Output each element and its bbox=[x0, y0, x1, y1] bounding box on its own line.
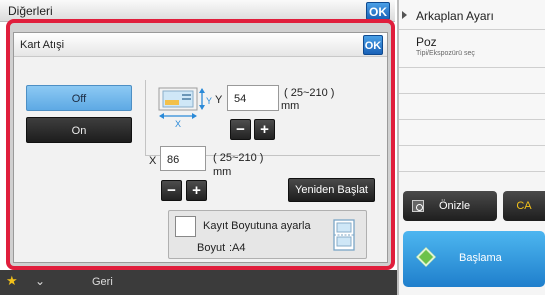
x-axis-label: X bbox=[149, 155, 157, 167]
y-decrease-button[interactable]: − bbox=[230, 119, 251, 140]
right-panel-item-label: Poz bbox=[416, 35, 437, 49]
divider bbox=[145, 80, 146, 155]
start-icon bbox=[416, 247, 436, 267]
back-button[interactable]: Geri bbox=[92, 276, 113, 288]
favorite-star-icon[interactable]: ★ bbox=[6, 273, 18, 289]
x-value-input[interactable]: 86 bbox=[160, 146, 206, 171]
right-panel-item-empty bbox=[399, 120, 545, 146]
background-title: Diğerleri bbox=[8, 4, 53, 18]
paper-size-icon bbox=[333, 219, 355, 251]
fit-to-size-box: Kayıt Boyutuna ayarla Boyut :A4 bbox=[168, 210, 367, 259]
preview-button-label: Önizle bbox=[439, 200, 471, 212]
right-panel-item-sublabel: Tipi/Ekspozürü seç bbox=[416, 50, 475, 57]
right-panel-item-empty bbox=[399, 146, 545, 172]
paper-size-label: Boyut bbox=[197, 242, 226, 254]
bottom-bar: ★ ⌄ Geri bbox=[0, 270, 397, 295]
y-range-hint: ( 25~210 ) bbox=[284, 87, 335, 99]
y-unit: mm bbox=[281, 100, 300, 112]
x-unit: mm bbox=[213, 166, 232, 178]
y-increase-button[interactable]: + bbox=[254, 119, 275, 140]
y-axis-label: Y bbox=[215, 94, 223, 106]
right-panel-item-background-setting[interactable]: Arkaplan Ayarı bbox=[399, 0, 545, 30]
start-button[interactable]: Başlama bbox=[403, 231, 545, 287]
off-button[interactable]: Off bbox=[26, 85, 132, 111]
y-value-input[interactable]: 54 bbox=[227, 85, 279, 111]
svg-text:Y: Y bbox=[206, 96, 212, 106]
svg-text:X: X bbox=[175, 119, 181, 128]
ca-button[interactable]: CA bbox=[503, 191, 545, 221]
dialog-title: Kart Atışi bbox=[20, 39, 65, 51]
reset-button[interactable]: Yeniden Başlat bbox=[288, 178, 375, 202]
preview-icon bbox=[412, 200, 424, 212]
collapse-chevron-icon[interactable]: ⌄ bbox=[35, 274, 45, 288]
card-position-icon: Y X bbox=[158, 87, 212, 128]
right-panel-item-exposure[interactable]: Poz Tipi/Ekspozürü seç bbox=[399, 30, 545, 68]
x-decrease-button[interactable]: − bbox=[161, 180, 182, 201]
dialog-ok-button[interactable]: OK bbox=[363, 35, 383, 55]
right-panel-item-label: Arkaplan Ayarı bbox=[416, 9, 494, 23]
fit-to-size-checkbox[interactable] bbox=[175, 216, 196, 237]
on-button[interactable]: On bbox=[26, 117, 132, 143]
preview-button[interactable]: Önizle bbox=[403, 191, 497, 221]
panel-arrow-icon bbox=[402, 11, 407, 19]
right-panel-item-empty bbox=[399, 94, 545, 120]
background-ok-button[interactable]: OK bbox=[366, 2, 390, 20]
paper-size-value: :A4 bbox=[229, 242, 246, 254]
right-panel-item-empty bbox=[399, 68, 545, 94]
start-button-label: Başlama bbox=[459, 252, 502, 264]
x-range-hint: ( 25~210 ) bbox=[213, 152, 264, 164]
fit-to-size-label: Kayıt Boyutuna ayarla bbox=[203, 220, 311, 232]
dialog-title-bar: Kart Atışi bbox=[14, 33, 387, 57]
x-increase-button[interactable]: + bbox=[186, 180, 207, 201]
